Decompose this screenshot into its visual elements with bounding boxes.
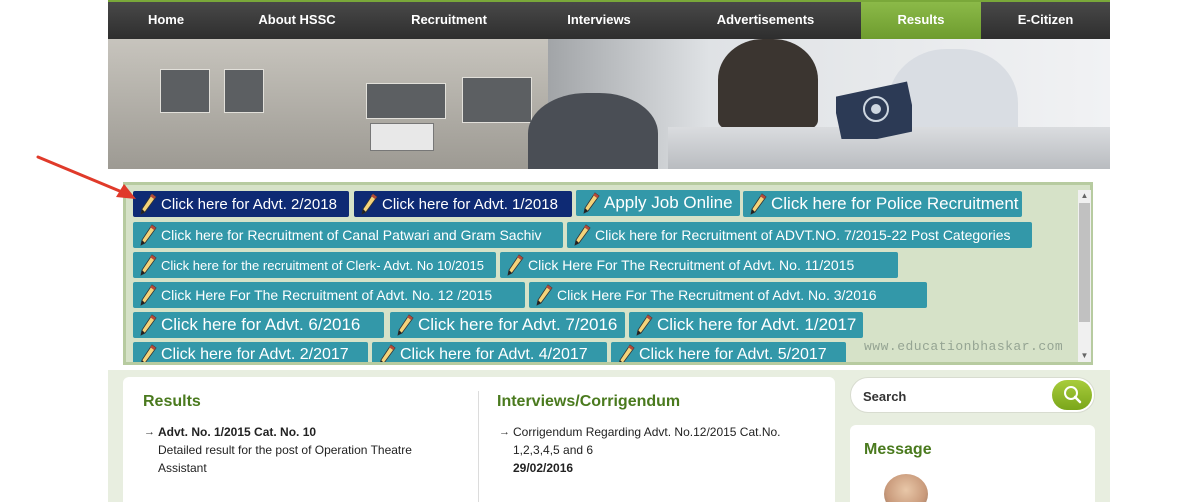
recruitment-link-6[interactable]: Click here for Recruitment of ADVT.NO. 7… <box>567 222 1032 248</box>
nav-about-hssc[interactable]: About HSSC <box>224 0 370 39</box>
nav-home[interactable]: Home <box>108 0 224 39</box>
recruitment-link-label: Click Here For The Recruitment of Advt. … <box>557 287 877 303</box>
recruitment-link-label: Click here for Advt. 5/2017 <box>639 346 827 362</box>
scroll-up-icon[interactable]: ▲ <box>1078 190 1091 202</box>
nav-recruitment[interactable]: Recruitment <box>370 0 528 39</box>
recruitment-link-14[interactable]: Click here for Advt. 2/2017 <box>133 342 368 362</box>
interviews-item[interactable]: → Corrigendum Regarding Advt. No.12/2015… <box>499 423 813 477</box>
pencil-icon <box>506 254 524 276</box>
recruitment-link-label: Click here for Police Recruitment <box>771 194 1019 213</box>
bullet-arrow-icon: → <box>144 426 155 438</box>
recruitment-link-2[interactable]: Click here for Advt. 1/2018 <box>354 191 572 217</box>
nav-interviews[interactable]: Interviews <box>528 0 670 39</box>
pencil-icon <box>360 193 378 215</box>
links-scroll-area[interactable]: Click here for Advt. 2/2018 Click here fo… <box>126 185 1076 362</box>
pencil-icon <box>378 344 396 362</box>
nav-e-citizen[interactable]: E-Citizen <box>981 0 1110 39</box>
recruitment-link-4[interactable]: Click here for Police Recruitment <box>743 191 1022 217</box>
recruitment-link-label: Click here for the recruitment of Clerk-… <box>161 257 484 273</box>
banner-window <box>462 77 532 123</box>
recruitment-links-box: Click here for Advt. 2/2018 Click here fo… <box>123 182 1093 365</box>
news-panel: Results → Advt. No. 1/2015 Cat. No. 10 D… <box>123 377 835 502</box>
results-title: Results <box>143 393 201 410</box>
recruitment-link-9[interactable]: Click Here For The Recruitment of Advt. … <box>133 282 525 308</box>
results-item-text[interactable]: Detailed result for the post of Operatio… <box>158 443 412 475</box>
recruitment-link-label: Click here for Recruitment of Canal Patw… <box>161 227 542 243</box>
results-item[interactable]: → Advt. No. 1/2015 Cat. No. 10 Detailed … <box>144 423 438 477</box>
banner-window <box>160 69 210 113</box>
recruitment-link-label: Click here for Advt. 2/2018 <box>161 195 337 213</box>
recruitment-link-5[interactable]: Click here for Recruitment of Canal Patw… <box>133 222 563 248</box>
recruitment-link-11[interactable]: Click here for Advt. 6/2016 <box>133 312 384 338</box>
nav-top-line <box>108 0 1110 2</box>
pencil-icon <box>139 314 157 336</box>
banner-window <box>366 83 446 119</box>
header-banner <box>108 39 1110 169</box>
banner-window <box>224 69 264 113</box>
recruitment-link-label: Click Here For The Recruitment of Advt. … <box>161 287 493 303</box>
pencil-icon <box>139 284 157 306</box>
pencil-icon <box>749 193 767 215</box>
recruitment-link-16[interactable]: Click here for Advt. 5/2017 <box>611 342 846 362</box>
recruitment-link-label: Apply Job Online <box>604 193 733 212</box>
recruitment-link-7[interactable]: Click here for the recruitment of Clerk-… <box>133 252 496 278</box>
banner-building-sign <box>370 123 434 151</box>
scroll-thumb[interactable] <box>1079 203 1090 322</box>
search-box <box>850 377 1095 413</box>
search-icon <box>1064 386 1082 404</box>
pencil-icon <box>535 284 553 306</box>
recruitment-link-label: Click here for Advt. 1/2017 <box>657 315 857 334</box>
pencil-icon <box>139 224 157 246</box>
message-title: Message <box>864 441 932 458</box>
recruitment-link-13[interactable]: Click here for Advt. 1/2017 <box>629 312 863 338</box>
recruitment-link-1[interactable]: Click here for Advt. 2/2018 <box>133 191 349 217</box>
recruitment-link-10[interactable]: Click Here For The Recruitment of Advt. … <box>529 282 927 308</box>
emblem-icon <box>836 81 912 139</box>
recruitment-link-3[interactable]: Apply Job Online <box>576 190 740 216</box>
pencil-icon <box>573 224 591 246</box>
links-scrollbar[interactable]: ▲ ▼ <box>1078 190 1091 362</box>
watermark: www.educationbhaskar.com <box>864 339 1064 354</box>
nav-results[interactable]: Results <box>861 0 981 39</box>
pencil-icon <box>617 344 635 362</box>
banner-person <box>528 93 658 169</box>
message-panel: Message <box>850 425 1095 502</box>
interviews-item-text[interactable]: Corrigendum Regarding Advt. No.12/2015 C… <box>513 425 781 457</box>
recruitment-link-label: Click here for Advt. 1/2018 <box>382 195 558 213</box>
pencil-icon <box>396 314 414 336</box>
pencil-icon <box>139 344 157 362</box>
pencil-icon <box>635 314 653 336</box>
search-input[interactable] <box>863 386 1043 406</box>
recruitment-link-label: Click here for Advt. 4/2017 <box>400 346 588 362</box>
recruitment-link-12[interactable]: Click here for Advt. 7/2016 <box>390 312 625 338</box>
bullet-arrow-icon: → <box>499 426 510 438</box>
recruitment-link-label: Click here for Advt. 6/2016 <box>161 315 361 334</box>
pencil-icon <box>139 254 157 276</box>
recruitment-link-label: Click here for Advt. 7/2016 <box>418 315 618 334</box>
recruitment-link-label: Click here for Recruitment of ADVT.NO. 7… <box>595 227 1011 243</box>
results-item-heading[interactable]: Advt. No. 1/2015 Cat. No. 10 <box>158 425 316 439</box>
pencil-icon <box>582 192 600 214</box>
recruitment-link-15[interactable]: Click here for Advt. 4/2017 <box>372 342 607 362</box>
interviews-title: Interviews/Corrigendum <box>497 393 681 410</box>
recruitment-link-label: Click Here For The Recruitment of Advt. … <box>528 257 855 273</box>
interviews-item-date: 29/02/2016 <box>513 461 574 475</box>
nav-advertisements[interactable]: Advertisements <box>670 0 861 39</box>
pencil-icon <box>139 193 157 215</box>
column-divider <box>478 391 479 502</box>
search-button[interactable] <box>1052 380 1092 410</box>
recruitment-link-8[interactable]: Click Here For The Recruitment of Advt. … <box>500 252 898 278</box>
recruitment-link-label: Click here for Advt. 2/2017 <box>161 346 349 362</box>
scroll-down-icon[interactable]: ▼ <box>1078 350 1091 362</box>
main-nav: Home About HSSC Recruitment Interviews A… <box>108 0 1110 39</box>
banner-person <box>718 39 818 129</box>
avatar <box>884 474 928 502</box>
